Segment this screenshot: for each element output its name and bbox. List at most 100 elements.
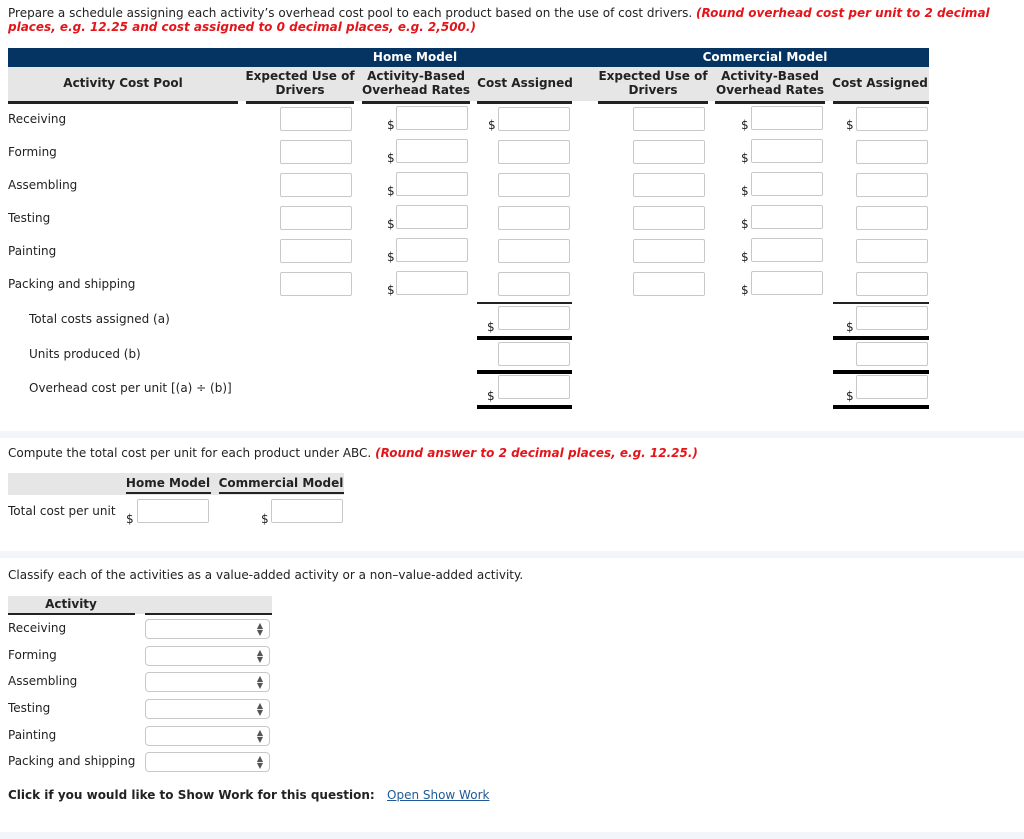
home-activity-rate-input[interactable] <box>396 271 468 295</box>
subtotal-rule-home <box>477 302 572 304</box>
commercial-cost-assigned-input[interactable] <box>856 107 928 131</box>
classify-row-label: Assembling <box>8 674 78 688</box>
classification-select[interactable]: ▲ ▼ <box>145 752 270 772</box>
col-header-commercial-cost: Cost Assigned <box>832 76 928 90</box>
commercial-expected-use-input[interactable] <box>633 107 705 131</box>
commercial-cost-assigned-input[interactable] <box>856 272 928 296</box>
commercial-activity-rate-input[interactable] <box>751 106 823 130</box>
home-cost-assigned-input[interactable] <box>498 107 570 131</box>
home-expected-use-input[interactable] <box>280 206 352 230</box>
schedule-row-label: Assembling <box>8 178 78 192</box>
header-underline <box>8 101 238 104</box>
abc-col-header-commercial: Commercial Model <box>218 476 344 490</box>
schedule-row-label: Forming <box>8 145 57 159</box>
home-cost-assigned-input[interactable] <box>498 206 570 230</box>
header-line: Overhead Rates <box>362 83 470 97</box>
home-total-costs-input[interactable] <box>498 306 570 330</box>
commercial-activity-rate-input[interactable] <box>751 271 823 295</box>
commercial-activity-rate-input[interactable] <box>751 139 823 163</box>
commercial-cost-assigned-input[interactable] <box>856 239 928 263</box>
currency-symbol: $ <box>741 250 749 264</box>
classify-row-label: Painting <box>8 728 57 742</box>
home-activity-rate-input[interactable] <box>396 139 468 163</box>
currency-symbol: $ <box>387 250 395 264</box>
commercial-overhead-per-unit-input[interactable] <box>856 375 928 399</box>
abc-instructions: Compute the total cost per unit for each… <box>8 446 1008 460</box>
section-separator <box>0 431 1024 438</box>
home-cost-assigned-input[interactable] <box>498 239 570 263</box>
home-cost-assigned-input[interactable] <box>498 140 570 164</box>
header-underline <box>362 101 470 104</box>
currency-symbol: $ <box>387 217 395 231</box>
home-activity-rate-input[interactable] <box>396 106 468 130</box>
classify-row-label: Testing <box>8 701 51 715</box>
label-total-cost-per-unit: Total cost per unit <box>8 504 116 518</box>
home-activity-rate-input[interactable] <box>396 172 468 196</box>
home-expected-use-input[interactable] <box>280 107 352 131</box>
header-underline <box>219 492 344 494</box>
home-total-cost-per-unit-input[interactable] <box>137 499 209 523</box>
currency-symbol: $ <box>387 151 395 165</box>
commercial-activity-rate-input[interactable] <box>751 172 823 196</box>
per-unit-rule-commercial <box>833 405 929 409</box>
header-line: Drivers <box>275 83 325 97</box>
per-unit-rule-home <box>477 405 572 409</box>
header-underline <box>145 613 272 615</box>
col-header-home-expected: Expected Use of Drivers <box>244 69 356 97</box>
abc-col-header-home: Home Model <box>125 476 211 490</box>
commercial-expected-use-input[interactable] <box>633 173 705 197</box>
header-underline <box>598 101 708 104</box>
home-expected-use-input[interactable] <box>280 239 352 263</box>
instructions: Prepare a schedule assigning each activi… <box>8 6 1008 34</box>
home-activity-rate-input[interactable] <box>396 238 468 262</box>
currency-symbol: $ <box>261 512 269 526</box>
label-total-costs-assigned: Total costs assigned (a) <box>29 312 170 326</box>
col-header-commercial-expected: Expected Use of Drivers <box>596 69 710 97</box>
commercial-total-costs-input[interactable] <box>856 306 928 330</box>
home-cost-assigned-input[interactable] <box>498 173 570 197</box>
select-arrows-icon: ▲ ▼ <box>256 621 263 637</box>
commercial-units-produced-input[interactable] <box>856 342 928 366</box>
classification-select[interactable]: ▲ ▼ <box>145 619 270 639</box>
commercial-cost-assigned-input[interactable] <box>856 206 928 230</box>
header-underline <box>126 492 211 494</box>
home-expected-use-input[interactable] <box>280 272 352 296</box>
header-underline <box>715 101 825 104</box>
commercial-activity-rate-input[interactable] <box>751 238 823 262</box>
home-units-produced-input[interactable] <box>498 342 570 366</box>
select-arrows-icon: ▲ ▼ <box>256 728 263 744</box>
commercial-expected-use-input[interactable] <box>633 272 705 296</box>
header-underline <box>246 101 354 104</box>
home-expected-use-input[interactable] <box>280 140 352 164</box>
classification-select[interactable]: ▲ ▼ <box>145 646 270 666</box>
header-line: Expected Use of <box>598 69 708 83</box>
home-expected-use-input[interactable] <box>280 173 352 197</box>
header-underline <box>8 613 135 615</box>
label-overhead-cost-per-unit: Overhead cost per unit [(a) ÷ (b)] <box>29 381 232 395</box>
commercial-cost-assigned-input[interactable] <box>856 140 928 164</box>
home-overhead-per-unit-input[interactable] <box>498 375 570 399</box>
commercial-expected-use-input[interactable] <box>633 140 705 164</box>
classify-col-header-activity: Activity <box>45 597 97 611</box>
commercial-cost-assigned-input[interactable] <box>856 173 928 197</box>
header-underline <box>833 101 929 104</box>
instructions-text: Prepare a schedule assigning each activi… <box>8 6 693 20</box>
currency-symbol: $ <box>487 389 495 403</box>
commercial-expected-use-input[interactable] <box>633 239 705 263</box>
currency-symbol: $ <box>488 118 496 132</box>
classification-select[interactable]: ▲ ▼ <box>145 672 270 692</box>
home-activity-rate-input[interactable] <box>396 205 468 229</box>
currency-symbol: $ <box>741 217 749 231</box>
open-show-work-link[interactable]: Open Show Work <box>387 788 489 802</box>
group-header-home: Home Model <box>372 50 458 64</box>
currency-symbol: $ <box>741 184 749 198</box>
commercial-activity-rate-input[interactable] <box>751 205 823 229</box>
currency-symbol: $ <box>387 118 395 132</box>
col-header-activity-cost-pool: Activity Cost Pool <box>63 76 183 90</box>
select-arrows-icon: ▲ ▼ <box>256 701 263 717</box>
commercial-total-cost-per-unit-input[interactable] <box>271 499 343 523</box>
classification-select[interactable]: ▲ ▼ <box>145 699 270 719</box>
home-cost-assigned-input[interactable] <box>498 272 570 296</box>
classification-select[interactable]: ▲ ▼ <box>145 726 270 746</box>
commercial-expected-use-input[interactable] <box>633 206 705 230</box>
